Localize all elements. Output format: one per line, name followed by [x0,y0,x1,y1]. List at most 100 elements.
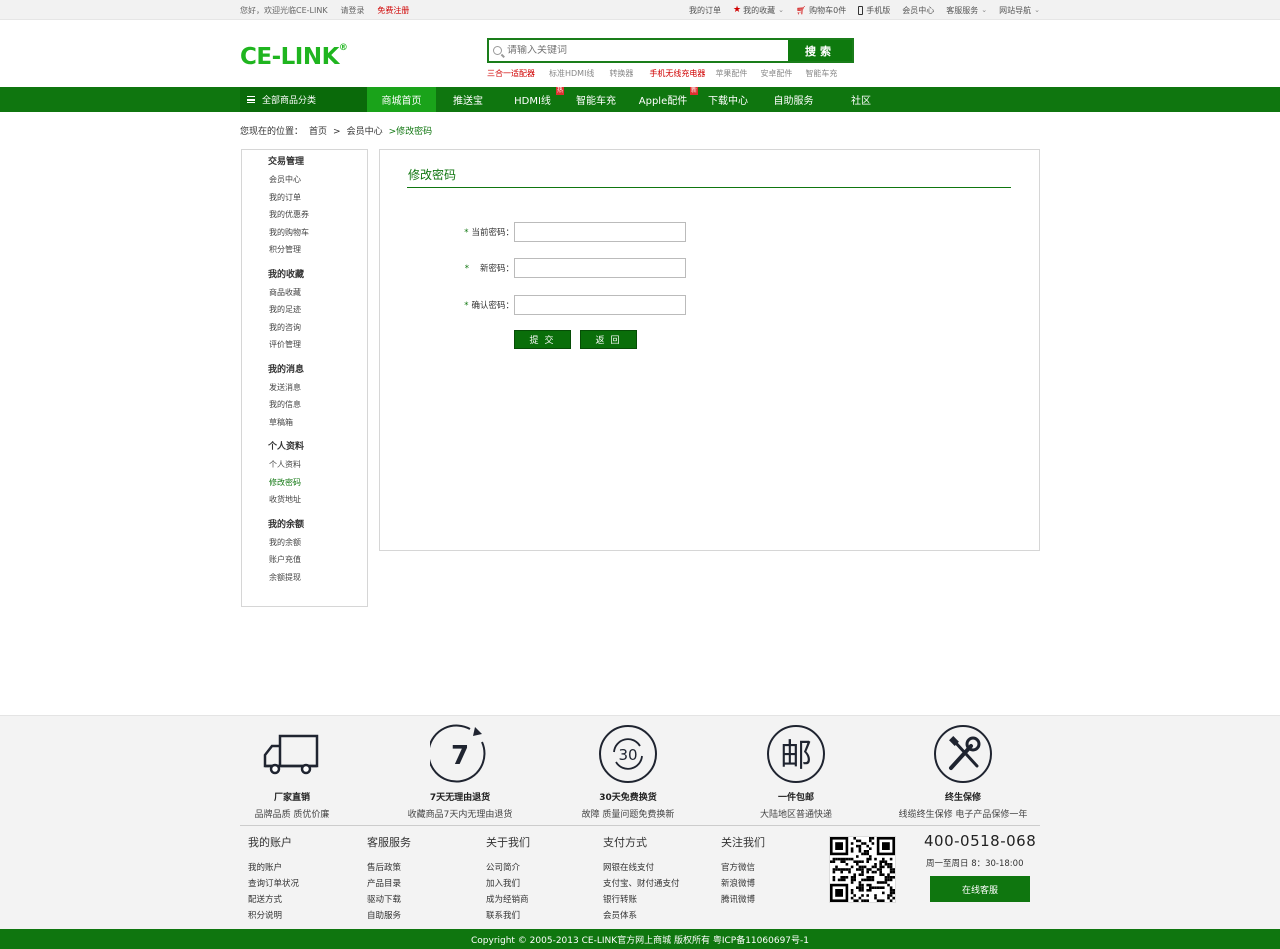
sidebar-item[interactable]: 商品收藏 [242,284,367,302]
my-orders-label: 我的订单 [689,5,722,15]
my-orders-link[interactable]: 我的订单 [689,5,721,16]
footer-column: 我的账户 我的账户 查询订单状况 配送方式 积分说明 [248,834,299,924]
footer-link[interactable]: 查询订单状况 [248,876,299,892]
footer-link[interactable]: 官方微信 [721,860,765,876]
footer-link[interactable]: 售后政策 [367,860,411,876]
sidebar-group-title: 我的余额 [268,519,305,530]
footer-link[interactable]: 积分说明 [248,908,299,924]
search-icon [493,46,502,55]
footer-link[interactable]: 会员体系 [603,908,680,924]
current-password-label-text: 当前密码： [471,228,514,238]
wechat-qr-code [829,836,896,903]
hot-keyword-link[interactable]: 安卓配件 [760,68,792,79]
back-button[interactable]: 返回 [580,330,637,349]
hot-keyword-link[interactable]: 三合一适配器 [487,68,535,79]
current-password-label: * 当前密码： [454,226,514,238]
hot-keyword-link[interactable]: 智能车充 [805,68,837,79]
nav-item[interactable]: 推送宝 [436,87,500,112]
favorites-menu[interactable]: ★ 我的收藏 ⌄ [733,5,784,16]
search-button[interactable]: 搜索 [788,40,852,61]
nav-item[interactable]: 商城首页 [367,87,436,112]
sidebar-group-title: 我的收藏 [268,269,305,280]
ce-link-logo[interactable]: CE-LINK® [240,44,348,69]
sidebar-item[interactable]: 我的购物车 [242,224,367,242]
footer-link[interactable]: 成为经销商 [486,892,530,908]
breadcrumb-home[interactable]: 首页 [309,127,327,137]
confirm-password-label: * 确认密码： [454,299,514,311]
footer-link[interactable]: 新浪微博 [721,876,765,892]
register-link[interactable]: 免费注册 [377,6,409,15]
nav-item[interactable]: 智能车充 [565,87,627,112]
footer-column: 客服服务 售后政策 产品目录 驱动下载 自助服务 [367,834,411,924]
nav-item-label: 自助服务 [773,96,814,107]
nav-item[interactable]: 社区 [830,87,892,112]
sidebar-item[interactable]: 草稿箱 [242,414,367,432]
member-center-link[interactable]: 会员中心 [902,5,934,16]
footer-link[interactable]: 加入我们 [486,876,530,892]
sidebar-item[interactable]: 修改密码 [242,474,367,492]
sidebar-item[interactable]: 我的优惠券 [242,206,367,224]
sidebar-item[interactable]: 个人资料 [242,456,367,474]
nav-item[interactable]: Apple配件新 [627,87,699,112]
login-link[interactable]: 请登录 [340,6,364,15]
footer-link[interactable]: 驱动下载 [367,892,411,908]
footer-link[interactable]: 腾讯微博 [721,892,765,908]
cart-label: 购物车0件 [809,5,847,15]
nav-item[interactable]: 自助服务 [757,87,830,112]
sidebar-item[interactable]: 我的订单 [242,189,367,207]
hot-keyword-link[interactable]: 手机无线充电器 [649,68,705,79]
site-nav-menu[interactable]: 网站导航 ⌄ [999,5,1040,16]
sidebar-item[interactable]: 会员中心 [242,171,367,189]
hot-keyword-link[interactable]: 转换器 [609,68,633,79]
site-nav-label: 网站导航 [999,5,1032,15]
customer-service-menu[interactable]: 客服服务 ⌄ [946,5,987,16]
search-input[interactable] [507,45,767,56]
sidebar-item[interactable]: 我的余额 [242,534,367,552]
footer-link[interactable]: 联系我们 [486,908,530,924]
sidebar-item[interactable]: 账户充值 [242,551,367,569]
footer-link[interactable]: 银行转账 [603,892,680,908]
online-service-button[interactable]: 在线客服 [930,876,1030,902]
page-title: 修改密码 [408,168,457,182]
sidebar-item[interactable]: 我的信息 [242,396,367,414]
footer-link[interactable]: 网银在线支付 [603,860,680,876]
breadcrumb-member-center[interactable]: 会员中心 [347,127,383,137]
all-categories-menu[interactable]: 全部商品分类 [240,87,367,112]
list-icon [247,96,255,103]
sidebar-item[interactable]: 发送消息 [242,379,367,397]
new-password-input[interactable] [514,258,686,278]
sidebar-item[interactable]: 积分管理 [242,241,367,259]
sidebar-item[interactable]: 我的足迹 [242,301,367,319]
footer-column-heading: 我的账户 [248,836,292,849]
footer-link[interactable]: 公司简介 [486,860,530,876]
hot-keyword-link[interactable]: 苹果配件 [715,68,747,79]
footer-link[interactable]: 支付宝、财付通支付 [603,876,680,892]
confirm-password-input[interactable] [514,295,686,315]
cart-link[interactable]: 🛒︎ 购物车0件 [796,5,846,16]
footer: 厂家直销 品牌品质 质优价廉 7 7天无理由退货 收藏商品7天内无理由退货 30… [0,715,1280,929]
hot-keyword-link[interactable]: 标准HDMI线 [549,68,594,79]
current-password-input[interactable] [514,222,686,242]
footer-link[interactable]: 配送方式 [248,892,299,908]
sidebar-item[interactable]: 收货地址 [242,491,367,509]
header: CE-LINK® 搜索 三合一适配器 标准HDMI线 转换器 手机无线充电器苹果配件 安… [0,20,1280,87]
seven-glyph: 7 [451,741,469,771]
sidebar-item[interactable]: 评价管理 [242,336,367,354]
breadcrumb-separator: > [333,127,341,137]
change-password-panel: 修改密码 * 当前密码： * 新密码： * 确认密码： 提交 返回 [379,149,1040,551]
required-mark: * [464,301,469,311]
footer-link[interactable]: 自助服务 [367,908,411,924]
all-categories-label: 全部商品分类 [262,96,317,106]
nav-item[interactable]: HDMI线热 [500,87,565,112]
mobile-link[interactable]: 手机版 [858,5,890,16]
sidebar-item[interactable]: 我的咨询 [242,319,367,337]
sidebar-item[interactable]: 余额提现 [242,569,367,587]
required-mark: * [464,264,469,274]
submit-button[interactable]: 提交 [514,330,571,349]
feature-title: 终生保修 [944,793,981,803]
footer-link[interactable]: 我的账户 [248,860,299,876]
nav-item[interactable]: 下载中心 [699,87,757,112]
footer-link[interactable]: 产品目录 [367,876,411,892]
feature-subtitle: 故障 质量问题免费换新 [581,810,675,820]
top-bar: 您好，欢迎光临CE-LINK 请登录 免费注册 我的订单 ★ 我的收藏 ⌄ 🛒︎ 购物… [0,0,1280,20]
